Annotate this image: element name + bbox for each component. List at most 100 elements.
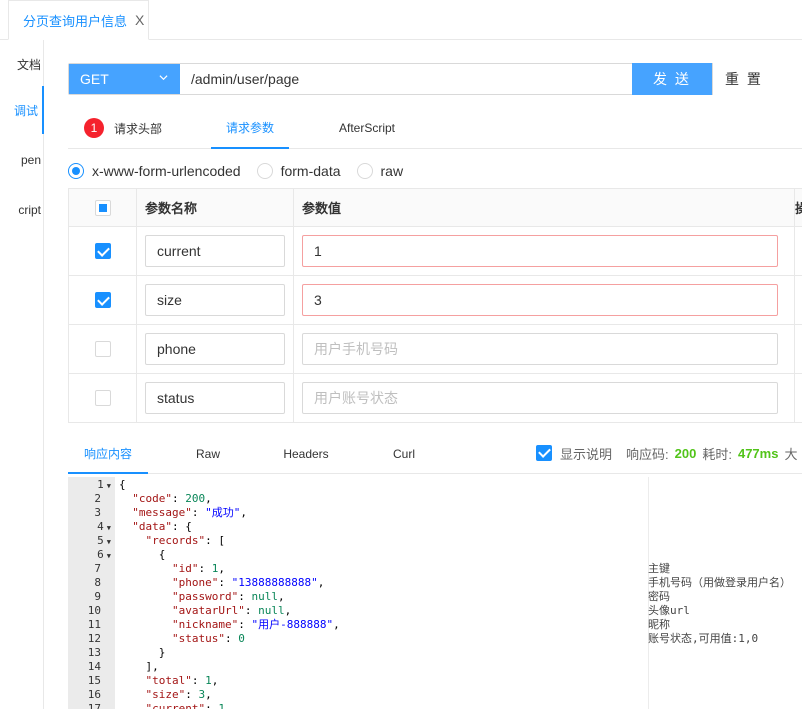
- radio-dot: [68, 163, 84, 179]
- tab-label: 请求头部: [114, 121, 163, 136]
- code-line: "size": 3,: [145, 688, 212, 701]
- header-select-cell: [69, 189, 137, 226]
- params-table: 参数名称 参数值 操 current 1 size 3 phone 用户手机号码…: [68, 188, 802, 423]
- tab-request-headers[interactable]: 1 请求头部: [84, 107, 162, 149]
- fold-arrow-icon[interactable]: ▼: [107, 482, 111, 490]
- param-value-input[interactable]: 用户手机号码: [302, 333, 778, 365]
- size-label: 大: [784, 446, 798, 462]
- method-value: GET: [80, 71, 109, 87]
- code-line: {: [119, 548, 166, 561]
- radio-label: form-data: [280, 163, 341, 179]
- method-select[interactable]: GET: [69, 64, 180, 94]
- param-name-input[interactable]: phone: [145, 333, 285, 365]
- show-desc-checkbox[interactable]: [536, 445, 552, 461]
- response-editor[interactable]: 1 ▼ 2 3 4 ▼ 5 ▼ 6 ▼ 7 8 9 10 11 12 13 14 15 16 17 { "code": …: [68, 477, 802, 709]
- line-number[interactable]: 4 ▼: [68, 520, 115, 535]
- line-number[interactable]: 5 ▼: [68, 534, 115, 549]
- tab-response-content[interactable]: 响应内容: [68, 434, 148, 474]
- tab-curl[interactable]: Curl: [364, 434, 444, 474]
- line-number: 15: [87, 674, 101, 687]
- code-line: "status": 0: [171, 632, 245, 645]
- radio-label: raw: [380, 163, 404, 179]
- line-number: 11: [87, 618, 101, 631]
- radio-label: x-www-form-urlencoded: [92, 163, 241, 179]
- code-line: "message": "成功",: [132, 506, 247, 519]
- param-value-input[interactable]: 3: [302, 284, 778, 316]
- tab-request-params[interactable]: 请求参数: [211, 107, 289, 149]
- sidebar-item-label: pen: [20, 153, 41, 167]
- close-icon[interactable]: X: [135, 12, 144, 28]
- chevron-down-icon: [159, 75, 168, 81]
- code-line: "records": [: [145, 534, 225, 547]
- code-line: "data": {: [132, 520, 192, 533]
- param-name-input[interactable]: status: [145, 382, 285, 414]
- radio-raw[interactable]: raw: [356, 163, 404, 179]
- status-code-label: 响应码:: [626, 446, 669, 462]
- url-input[interactable]: [180, 64, 632, 94]
- fold-arrow-icon[interactable]: ▼: [107, 538, 111, 546]
- body-type-radio-group: x-www-form-urlencoded form-data raw: [68, 160, 419, 182]
- field-description: 头像url: [648, 604, 690, 617]
- tab-raw[interactable]: Raw: [168, 434, 248, 474]
- code-line: "total": 1,: [145, 674, 219, 687]
- line-number: 9: [94, 590, 101, 603]
- line-number: 10: [87, 604, 101, 617]
- radio-form-data[interactable]: form-data: [256, 163, 341, 179]
- row-checkbox[interactable]: [94, 390, 111, 406]
- radio-urlencoded[interactable]: x-www-form-urlencoded: [68, 163, 241, 179]
- line-number: 12: [87, 632, 101, 645]
- tab-user-page-query[interactable]: 分页查询用户信息 X: [8, 0, 149, 40]
- table-row: current 1: [69, 227, 802, 276]
- code-line: "avatarUrl": null,: [171, 604, 292, 617]
- table-header-row: 参数名称 参数值 操: [69, 189, 802, 227]
- header-name: 参数名称: [137, 189, 294, 226]
- reset-button[interactable]: 重 置: [712, 63, 775, 95]
- sidebar-item-label: 调试: [13, 103, 38, 118]
- show-desc-label: 显示说明: [560, 446, 613, 462]
- tab-bar: 分页查询用户信息 X: [0, 0, 802, 40]
- param-value-input[interactable]: 1: [302, 235, 778, 267]
- param-value-input[interactable]: 用户账号状态: [302, 382, 778, 414]
- tab-headers[interactable]: Headers: [266, 434, 346, 474]
- radio-dot: [256, 163, 273, 179]
- code-line: "current": 1,: [145, 702, 232, 709]
- fold-arrow-icon[interactable]: ▼: [107, 552, 111, 560]
- elapsed-label: 耗时:: [702, 446, 732, 462]
- elapsed-value: 477ms: [737, 445, 779, 461]
- code-line: "id": 1,: [171, 562, 225, 575]
- line-number: 14: [87, 660, 101, 673]
- line-number: 7: [94, 562, 101, 575]
- select-all-checkbox[interactable]: [94, 199, 111, 216]
- tab-label: 请求参数: [225, 120, 274, 135]
- param-name-input[interactable]: current: [145, 235, 285, 267]
- sidebar-item-debug[interactable]: 调试: [0, 86, 44, 134]
- fold-arrow-icon[interactable]: ▼: [107, 524, 111, 532]
- line-number: 16: [87, 688, 101, 701]
- line-number: 3: [94, 506, 101, 519]
- sidebar-item-docs[interactable]: 文档: [0, 40, 44, 88]
- code-line: {: [119, 478, 126, 491]
- field-description: 主键: [648, 562, 670, 575]
- code-line: "code": 200,: [132, 492, 212, 505]
- line-number: 17: [87, 702, 101, 709]
- row-checkbox[interactable]: [94, 292, 111, 308]
- line-number: 8: [94, 576, 101, 589]
- response-meta: 显示说明 响应码: 200 耗时: 477ms 大: [536, 444, 797, 462]
- tab-afterscript[interactable]: AfterScript: [339, 107, 395, 149]
- request-url-bar: GET 发 送 重 置: [68, 63, 775, 95]
- line-number[interactable]: 1 ▼: [68, 478, 115, 493]
- code-line: "phone": "13888888888",: [171, 576, 325, 589]
- sidebar-item-script[interactable]: cript: [0, 186, 44, 234]
- line-number[interactable]: 6 ▼: [68, 548, 115, 563]
- param-name-input[interactable]: size: [145, 284, 285, 316]
- header-count-badge: 1: [84, 118, 104, 138]
- row-checkbox[interactable]: [94, 341, 111, 357]
- send-button[interactable]: 发 送: [632, 63, 712, 95]
- line-number: 13: [87, 646, 101, 659]
- tab-label: AfterScript: [339, 121, 396, 135]
- table-row: size 3: [69, 276, 802, 325]
- row-checkbox[interactable]: [94, 243, 111, 259]
- sidebar-item-open[interactable]: pen: [0, 136, 44, 184]
- tab-title: 分页查询用户信息: [23, 13, 128, 29]
- code-line: ],: [119, 660, 159, 673]
